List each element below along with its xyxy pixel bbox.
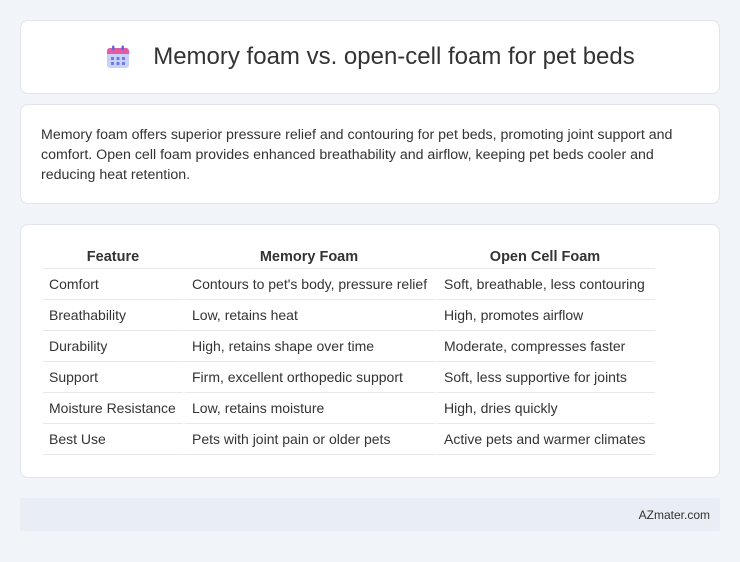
description-text: Memory foam offers superior pressure rel… — [41, 127, 673, 183]
table-row: Best Use Pets with joint pain or older p… — [43, 424, 655, 455]
cell-open-cell-foam: Active pets and warmer climates — [435, 424, 655, 455]
cell-feature: Durability — [43, 331, 183, 362]
cell-memory-foam: Low, retains moisture — [183, 393, 435, 424]
footer-brand-link[interactable]: AZmater.com — [639, 508, 710, 522]
comparison-table-card: Feature Memory Foam Open Cell Foam Comfo… — [20, 224, 720, 478]
title-card: Memory foam vs. open-cell foam for pet b… — [20, 20, 720, 94]
cell-memory-foam: Pets with joint pain or older pets — [183, 424, 435, 455]
table-row: Support Firm, excellent orthopedic suppo… — [43, 362, 655, 393]
cell-feature: Moisture Resistance — [43, 393, 183, 424]
footer-bar: AZmater.com — [20, 498, 720, 531]
table-row: Moisture Resistance Low, retains moistur… — [43, 393, 655, 424]
table-row: Durability High, retains shape over time… — [43, 331, 655, 362]
cell-open-cell-foam: High, dries quickly — [435, 393, 655, 424]
header-open-cell-foam: Open Cell Foam — [435, 247, 655, 269]
cell-feature: Breathability — [43, 300, 183, 331]
calendar-icon — [105, 44, 131, 70]
header-memory-foam: Memory Foam — [183, 247, 435, 269]
cell-open-cell-foam: Soft, breathable, less contouring — [435, 269, 655, 300]
table-row: Breathability Low, retains heat High, pr… — [43, 300, 655, 331]
cell-feature: Comfort — [43, 269, 183, 300]
cell-memory-foam: Contours to pet's body, pressure relief — [183, 269, 435, 300]
cell-memory-foam: Firm, excellent orthopedic support — [183, 362, 435, 393]
cell-open-cell-foam: Moderate, compresses faster — [435, 331, 655, 362]
table-row: Comfort Contours to pet's body, pressure… — [43, 269, 655, 300]
cell-feature: Support — [43, 362, 183, 393]
cell-open-cell-foam: High, promotes airflow — [435, 300, 655, 331]
description-card: Memory foam offers superior pressure rel… — [20, 104, 720, 204]
header-feature: Feature — [43, 247, 183, 269]
cell-memory-foam: Low, retains heat — [183, 300, 435, 331]
cell-memory-foam: High, retains shape over time — [183, 331, 435, 362]
page-title: Memory foam vs. open-cell foam for pet b… — [153, 43, 635, 70]
cell-feature: Best Use — [43, 424, 183, 455]
table-header-row: Feature Memory Foam Open Cell Foam — [43, 247, 655, 269]
comparison-table: Feature Memory Foam Open Cell Foam Comfo… — [43, 247, 655, 455]
cell-open-cell-foam: Soft, less supportive for joints — [435, 362, 655, 393]
